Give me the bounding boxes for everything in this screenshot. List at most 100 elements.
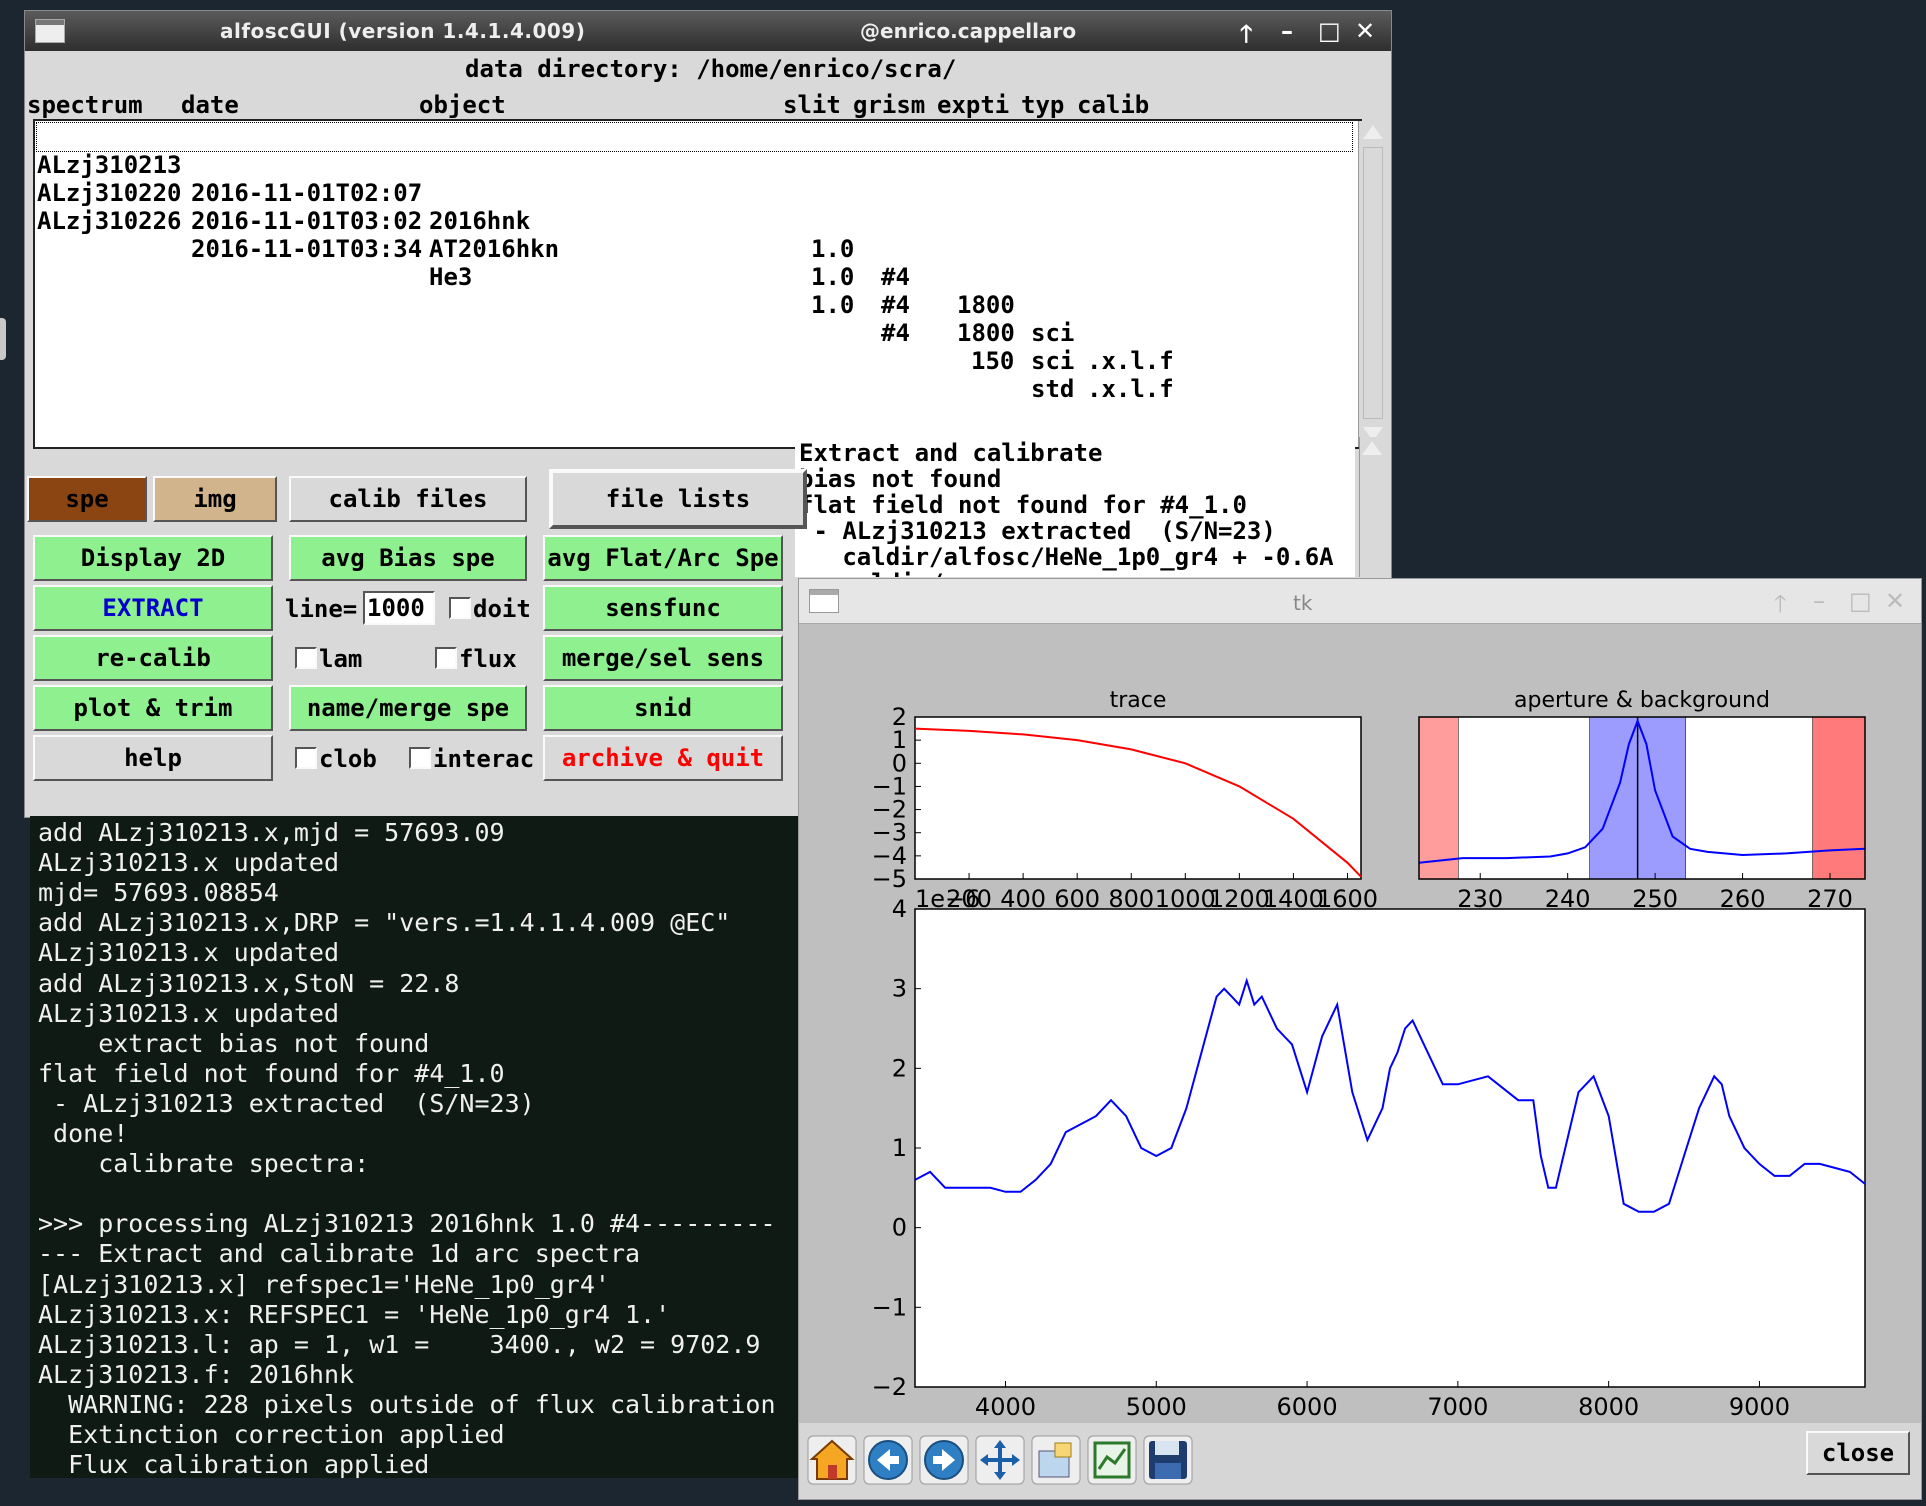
extract-button[interactable]: EXTRACT (33, 585, 273, 631)
snid-button[interactable]: snid (543, 685, 783, 731)
avg-bias-button[interactable]: avg Bias spe (289, 535, 527, 581)
file-slit: 1.0 (811, 291, 855, 319)
terminal-line: Extinction correction applied (38, 1420, 505, 1449)
terminal-output[interactable]: add ALzj310213.x,mjd = 57693.09 ALzj31021… (30, 816, 820, 1478)
scroll-thumb[interactable] (1363, 147, 1383, 419)
tk-window-title: tk (1293, 591, 1313, 615)
sensfunc-button[interactable]: sensfunc (543, 585, 783, 631)
save-icon[interactable] (1143, 1435, 1193, 1485)
merge-sel-sens-button[interactable]: merge/sel sens (543, 635, 783, 681)
clob-checkbox[interactable] (295, 747, 317, 769)
spectrum-file-list[interactable]: ALzj310213 2016-11-01T02:07 2016hnk 1.0 … (33, 119, 1362, 449)
plot-canvas[interactable]: trace210−1−2−3−4−5200 400 600 800 1000120014… (799, 623, 1921, 1423)
window-menu-icon[interactable] (35, 19, 65, 43)
zoom-icon[interactable] (1031, 1435, 1081, 1485)
col-header-object: object (419, 91, 506, 119)
file-row[interactable]: ALzj310213 2016-11-01T02:07 2016hnk 1.0 … (36, 122, 1353, 375)
file-calib: .x.l.f (1087, 375, 1174, 403)
minimize-icon[interactable]: – (1281, 17, 1293, 45)
plot-trim-button[interactable]: plot & trim (33, 685, 273, 731)
tk-plot-window: tk 🡑 – □ ✕ trace 2 1 0 −1 −2 −3 −4 −5 200 400 600 80… (798, 578, 1922, 1500)
pan-icon[interactable] (975, 1435, 1025, 1485)
y-tick-label: −5 (872, 865, 907, 893)
spe-mode-button[interactable]: spe (27, 476, 147, 522)
name-merge-spe-button[interactable]: name/merge spe (289, 685, 527, 731)
terminal-line: add ALzj310213.x,mjd = 57693.09 (38, 818, 505, 847)
terminal-line: WARNING: 228 pixels outside of flux cali… (38, 1389, 776, 1419)
log-scrollbar[interactable] (1359, 437, 1384, 577)
close-icon[interactable]: ✕ (1885, 587, 1905, 615)
calib-files-button[interactable]: calib files (289, 476, 527, 522)
plot-toolbar (799, 1423, 1921, 1499)
interac-checkbox[interactable] (409, 747, 431, 769)
main-title-bar[interactable]: alfoscGUI (version 1.4.1.4.009) @enrico.… (25, 11, 1391, 51)
maximize-icon[interactable]: □ (1849, 587, 1872, 615)
y-tick-label: 3 (892, 975, 907, 1003)
terminal-line: add ALzj310213.x,StoN = 22.8 (38, 968, 460, 998)
file-row[interactable]: ALzj310220 2016-11-01T03:02 AT2016hkn 1.… (37, 151, 1352, 403)
maximize-icon[interactable]: □ (1318, 17, 1341, 45)
avg-flat-arc-button[interactable]: avg Flat/Arc Spe (543, 535, 783, 581)
x-tick-label: 7000 (1427, 1393, 1488, 1421)
status-log: Extract and calibrate bias not found fla… (795, 437, 1355, 577)
line-label: line= (285, 595, 358, 623)
y-tick-label: 0 (892, 1214, 907, 1242)
x-tick-label: 4000 (975, 1393, 1036, 1421)
forward-arrow-icon[interactable] (919, 1435, 969, 1485)
file-slit: 1.0 (811, 263, 855, 291)
file-typ: sci (1031, 319, 1075, 347)
log-line: bias not found (799, 465, 1002, 493)
back-arrow-icon[interactable] (863, 1435, 913, 1485)
window-title: alfoscGUI (version 1.4.1.4.009) (220, 19, 586, 43)
flux-checkbox[interactable] (435, 647, 457, 669)
y-tick-label: 2 (892, 1054, 907, 1082)
terminal-line: add ALzj310213.x,DRP = "vers.=1.4.1.4.00… (38, 908, 731, 938)
x-tick-label: 5000 (1126, 1393, 1187, 1421)
lam-label: lam (319, 645, 363, 673)
file-date: 2016-11-01T03:34 (191, 235, 423, 263)
display-2d-button[interactable]: Display 2D (33, 535, 273, 581)
file-object: He3 (429, 263, 473, 291)
file-grism: #4 (881, 319, 910, 347)
scroll-up-icon[interactable] (1363, 125, 1383, 139)
terminal-line: calibrate spectra: (38, 1149, 370, 1179)
col-header-date: date (181, 91, 239, 119)
file-lists-button[interactable]: file lists (549, 469, 807, 529)
line-input[interactable] (363, 591, 435, 625)
terminal-line: --- Extract and calibrate 1d arc spectra (38, 1239, 641, 1269)
window-menu-icon[interactable] (809, 589, 839, 613)
raise-icon[interactable]: 🡑 (1774, 587, 1786, 628)
re-calib-button[interactable]: re-calib (33, 635, 273, 681)
x-tick-label: 8000 (1578, 1393, 1639, 1421)
terminal-line: ALzj310213.x: REFSPEC1 = 'HeNe_1p0_gr4 1… (38, 1299, 671, 1329)
log-line: - ALzj310213 extracted (S/N=23) (799, 517, 1276, 545)
file-row[interactable]: ALzj310226 2016-11-01T03:34 He3 1.0 #4 1… (37, 179, 1352, 403)
close-icon[interactable]: ✕ (1355, 17, 1375, 45)
file-object: AT2016hkn (429, 235, 560, 263)
aperture-title: aperture & background (1514, 688, 1770, 713)
file-list-scrollbar[interactable] (1358, 121, 1387, 447)
help-button[interactable]: help (33, 735, 273, 781)
tk-title-bar[interactable]: tk 🡑 – □ ✕ (799, 579, 1921, 624)
y-tick-label: −1 (872, 1293, 907, 1321)
doit-checkbox[interactable] (449, 597, 471, 619)
desktop-side-tab[interactable] (0, 318, 6, 360)
lam-checkbox[interactable] (295, 647, 317, 669)
col-header-spectrum: spectrum (27, 91, 143, 119)
img-mode-button[interactable]: img (153, 476, 277, 522)
home-icon[interactable] (807, 1435, 857, 1485)
file-expti: 1800 (957, 319, 1015, 347)
trace-plot-area (914, 716, 1362, 880)
terminal-line: ALzj310213.x updated (38, 938, 340, 968)
log-line: Extract and calibrate (799, 439, 1103, 467)
subplots-icon[interactable] (1087, 1435, 1137, 1485)
file-grism: #4 (881, 263, 910, 291)
file-slit: 1.0 (811, 235, 855, 263)
raise-icon[interactable]: 🡑 (1240, 17, 1252, 58)
minimize-icon[interactable]: – (1813, 587, 1825, 615)
aperture-band (1418, 716, 1459, 880)
y-tick-label: 4 (892, 895, 907, 923)
archive-quit-button[interactable]: archive & quit (543, 735, 783, 781)
scroll-up-icon[interactable] (1362, 441, 1382, 455)
close-button[interactable]: close (1806, 1431, 1910, 1475)
